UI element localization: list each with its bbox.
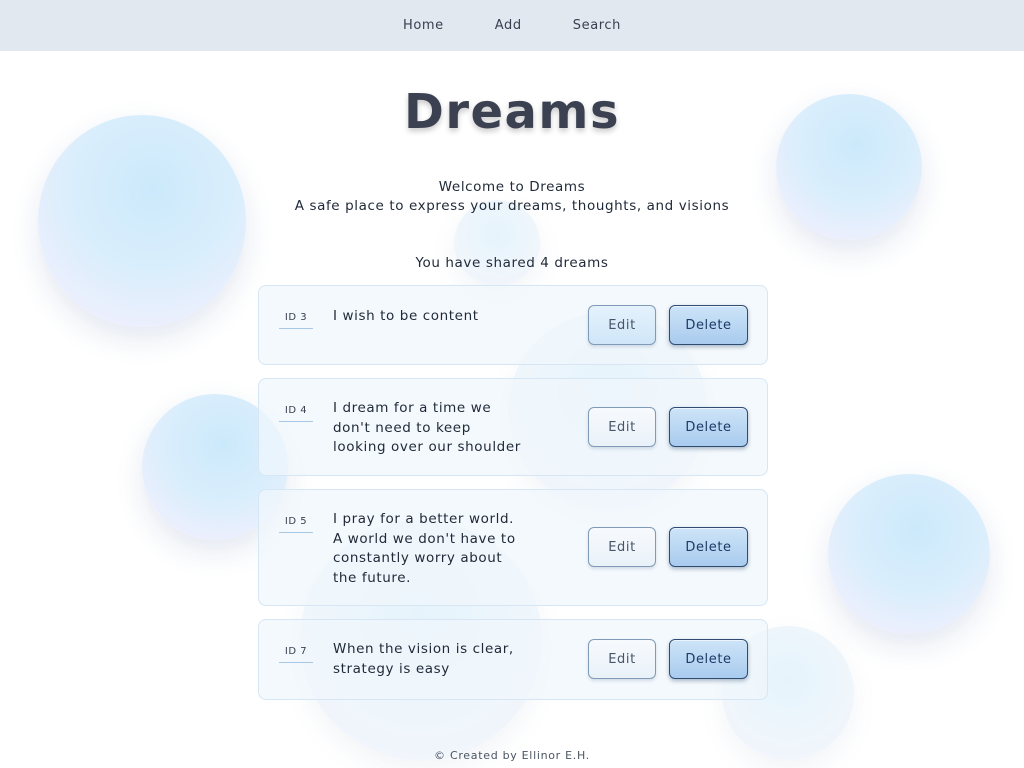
delete-button[interactable]: Delete xyxy=(669,407,748,447)
dream-id-label: ID 4 xyxy=(279,405,313,422)
dream-card: ID 7 When the vision is clear, strategy … xyxy=(258,619,768,700)
welcome-text: Welcome to Dreams A safe place to expres… xyxy=(0,178,1024,216)
delete-button[interactable]: Delete xyxy=(669,305,748,345)
page-title: Dreams xyxy=(403,84,621,140)
dream-text: When the vision is clear, strategy is ea… xyxy=(333,641,514,677)
delete-button[interactable]: Delete xyxy=(669,527,748,567)
dream-text: I wish to be content xyxy=(333,308,479,324)
edit-button[interactable]: Edit xyxy=(588,407,656,447)
dream-id-label: ID 5 xyxy=(279,516,313,533)
bubble-decoration xyxy=(828,474,990,634)
bubble-decoration xyxy=(38,115,246,327)
dream-card: ID 3 I wish to be content Edit Delete xyxy=(258,285,768,365)
dream-text: I dream for a time we don't need to keep… xyxy=(333,400,521,455)
dream-count-text: You have shared 4 dreams xyxy=(415,255,609,271)
edit-button[interactable]: Edit xyxy=(588,305,656,345)
top-navbar: Home Add Search xyxy=(0,0,1024,51)
edit-button[interactable]: Edit xyxy=(588,527,656,567)
nav-home-link[interactable]: Home xyxy=(403,18,444,33)
dream-id-label: ID 7 xyxy=(279,646,313,663)
dream-text: I pray for a better world. A world we do… xyxy=(333,511,516,586)
dream-card: ID 5 I pray for a better world. A world … xyxy=(258,489,768,606)
footer-credit: © Created by Ellinor E.H. xyxy=(434,749,590,762)
nav-search-link[interactable]: Search xyxy=(573,18,621,33)
nav-add-link[interactable]: Add xyxy=(495,18,522,33)
dream-card: ID 4 I dream for a time we don't need to… xyxy=(258,378,768,476)
welcome-line: Welcome to Dreams xyxy=(438,179,586,195)
tagline: A safe place to express your dreams, tho… xyxy=(294,198,730,214)
delete-button[interactable]: Delete xyxy=(669,639,748,679)
edit-button[interactable]: Edit xyxy=(588,639,656,679)
dream-id-label: ID 3 xyxy=(279,312,313,329)
